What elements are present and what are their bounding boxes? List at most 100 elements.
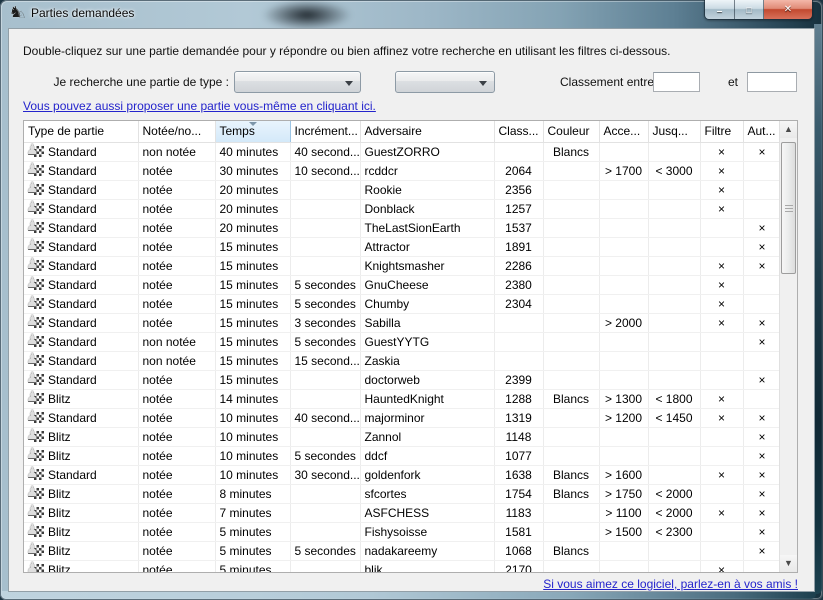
column-header-8[interactable]: Jusq...	[648, 121, 700, 142]
cell-8	[648, 142, 700, 161]
cell-5: 2399	[494, 370, 543, 389]
cell-4: GuestYYTG	[360, 332, 494, 351]
table-row[interactable]: ♟Standardnon notée15 minutes15 second...…	[24, 351, 781, 370]
scrollbar-thumb[interactable]	[781, 142, 796, 274]
table-row[interactable]: ♟Standardnotée15 minutesKnightsmasher228…	[24, 256, 781, 275]
table-row[interactable]: ♟Standardnotée20 minutesTheLastSionEarth…	[24, 218, 781, 237]
cell-7: > 1200	[599, 408, 648, 427]
cell-9: ×	[700, 560, 743, 573]
column-header-4[interactable]: Adversaire	[360, 121, 494, 142]
cell-7	[599, 142, 648, 161]
cell-5: 1891	[494, 237, 543, 256]
column-header-label: Incrément...	[295, 124, 358, 138]
table-row[interactable]: ♟Blitznotée5 minutesblik2170×	[24, 560, 781, 573]
column-header-9[interactable]: Filtre	[700, 121, 743, 142]
column-header-1[interactable]: Notée/no...	[138, 121, 215, 142]
cell-1: non notée	[138, 142, 215, 161]
cell-7: > 1300	[599, 389, 648, 408]
cell-3	[290, 560, 360, 573]
cell-4: GnuCheese	[360, 275, 494, 294]
vertical-scrollbar[interactable]: ▲ ▼	[779, 121, 797, 572]
cell-5: 2286	[494, 256, 543, 275]
cell-4: Chumby	[360, 294, 494, 313]
cell-2: 5 minutes	[215, 522, 290, 541]
minimize-button[interactable]: –	[705, 0, 735, 19]
pawn-glyph: ♟	[26, 313, 39, 328]
game-type-label: Standard	[48, 145, 97, 159]
column-header-0[interactable]: Type de partie	[24, 121, 138, 142]
cell-5: 1077	[494, 446, 543, 465]
game-subtype-select[interactable]	[395, 71, 495, 93]
scroll-down-button[interactable]: ▼	[780, 555, 797, 572]
table-row[interactable]: ♟Standardnotée15 minutes3 secondesSabill…	[24, 313, 781, 332]
titlebar[interactable]: ♞ ♘ Parties demandées – □ ✕	[0, 0, 823, 28]
scroll-up-button[interactable]: ▲	[780, 121, 797, 138]
table-row[interactable]: ♟Blitznotée10 minutes5 secondesddcf1077×	[24, 446, 781, 465]
cell-2: 10 minutes	[215, 408, 290, 427]
cell-3: 10 second...	[290, 161, 360, 180]
cell-1: notée	[138, 408, 215, 427]
cell-4: HauntedKnight	[360, 389, 494, 408]
cell-7	[599, 541, 648, 560]
table-row[interactable]: ♟Standardnon notée40 minutes40 second...…	[24, 142, 781, 161]
games-list: Type de partie Notée/no... Temps Incrément.…	[23, 120, 798, 573]
table-row[interactable]: ♟Standardnotée15 minutes5 secondesGnuChe…	[24, 275, 781, 294]
cell-8: < 1800	[648, 389, 700, 408]
cell-10: ×	[743, 370, 781, 389]
rating-max-input[interactable]	[747, 72, 797, 92]
table-row[interactable]: ♟Blitznotée5 minutes5 secondesnadakareem…	[24, 541, 781, 560]
cell-2: 15 minutes	[215, 351, 290, 370]
close-button[interactable]: ✕	[764, 0, 812, 19]
table-row[interactable]: ♟Blitznotée14 minutesHauntedKnight1288Bl…	[24, 389, 781, 408]
header-row: Type de partie Notée/no... Temps Incrément.…	[24, 121, 781, 142]
cell-2: 8 minutes	[215, 484, 290, 503]
column-header-label: Filtre	[705, 124, 732, 138]
column-header-5[interactable]: Class...	[494, 121, 543, 142]
table-row[interactable]: ♟Standardnotée15 minutesAttractor1891×	[24, 237, 781, 256]
column-header-3[interactable]: Incrément...	[290, 121, 360, 142]
table-row[interactable]: ♟Standardnotée20 minutesRookie2356×	[24, 180, 781, 199]
chess-pawn-board-icon: ♟	[28, 391, 45, 406]
rating-between-label: Classement entre	[560, 75, 654, 89]
table-row[interactable]: ♟Blitznotée10 minutesZannol1148×	[24, 427, 781, 446]
window-controls: – □ ✕	[704, 0, 813, 20]
rating-min-input[interactable]	[653, 72, 700, 92]
cell-6: Blancs	[543, 142, 599, 161]
table-row[interactable]: ♟Blitznotée8 minutessfcortes1754Blancs> …	[24, 484, 781, 503]
cell-8	[648, 427, 700, 446]
table-row[interactable]: ♟Standardnotée10 minutes30 second...gold…	[24, 465, 781, 484]
share-app-link[interactable]: Si vous aimez ce logiciel, parlez-en à v…	[543, 577, 798, 591]
cell-6: Blancs	[543, 484, 599, 503]
pawn-glyph: ♟	[26, 199, 39, 214]
table-row[interactable]: ♟Standardnotée30 minutes10 second...rcdd…	[24, 161, 781, 180]
cell-5: 1754	[494, 484, 543, 503]
column-header-6[interactable]: Couleur	[543, 121, 599, 142]
cell-game-type: ♟Standard	[24, 408, 138, 427]
propose-game-link[interactable]: Vous pouvez aussi proposer une partie vo…	[23, 99, 376, 113]
cell-6	[543, 313, 599, 332]
table-row[interactable]: ♟Standardnotée15 minutes5 secondesChumby…	[24, 294, 781, 313]
column-header-7[interactable]: Acce...	[599, 121, 648, 142]
cell-1: notée	[138, 199, 215, 218]
maximize-button[interactable]: □	[735, 0, 764, 19]
client-area: Double-cliquez sur une partie demandée p…	[8, 28, 815, 592]
cell-8	[648, 370, 700, 389]
window-border-right	[814, 24, 822, 594]
column-header-label: Adversaire	[365, 124, 422, 138]
table-row[interactable]: ♟Blitznotée7 minutesASFCHESS1183> 1100< …	[24, 503, 781, 522]
column-header-10[interactable]: Aut...	[743, 121, 781, 142]
table-row[interactable]: ♟Standardnotée15 minutesdoctorweb2399×	[24, 370, 781, 389]
table-row[interactable]: ♟Blitznotée5 minutesFishysoisse1581> 150…	[24, 522, 781, 541]
pawn-glyph: ♟	[26, 484, 39, 499]
chess-pawn-board-icon: ♟	[28, 353, 45, 368]
cell-10: ×	[743, 541, 781, 560]
cell-6	[543, 294, 599, 313]
table-row[interactable]: ♟Standardnotée20 minutesDonblack1257×	[24, 199, 781, 218]
column-header-label: Notée/no...	[143, 124, 202, 138]
table-row[interactable]: ♟Standardnotée10 minutes40 second...majo…	[24, 408, 781, 427]
game-type-select[interactable]	[234, 71, 361, 93]
table-row[interactable]: ♟Standardnon notée15 minutes5 secondesGu…	[24, 332, 781, 351]
pawn-glyph: ♟	[26, 522, 39, 537]
chevron-down-icon	[345, 81, 353, 86]
column-header-2[interactable]: Temps	[215, 121, 290, 142]
